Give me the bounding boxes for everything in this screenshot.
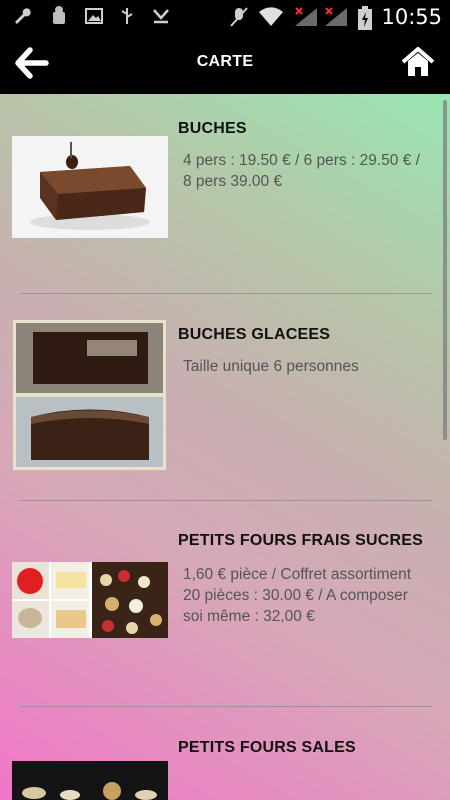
- scrollbar[interactable]: [443, 100, 447, 440]
- item-name: PETITS FOURS FRAIS SUCRES: [178, 532, 424, 549]
- home-button[interactable]: [400, 46, 440, 82]
- item-description: 4 pers : 19.50 € / 6 pers : 29.50 € / 8 …: [183, 152, 420, 190]
- app-bar: CARTE: [0, 36, 450, 94]
- download-icon: [151, 6, 171, 32]
- signal-icon: [323, 6, 349, 34]
- wifi-icon: [258, 6, 284, 34]
- divider: [20, 706, 432, 707]
- item-image: [13, 320, 166, 470]
- menu-list[interactable]: BUCHES 4 pers : 19.50 € / 6 pers : 29.50…: [0, 94, 450, 800]
- image-icon: [84, 6, 104, 32]
- divider: [20, 500, 432, 501]
- signal-icon: [293, 6, 319, 34]
- wrench-icon: [12, 6, 32, 32]
- home-icon: [401, 47, 435, 76]
- page-title: CARTE: [196, 53, 254, 70]
- item-description: 1,60 € pièce / Coffret assortiment 20 pi…: [183, 566, 412, 625]
- status-bar: 10:55: [0, 0, 450, 36]
- item-name: PETITS FOURS SALES: [178, 739, 356, 756]
- usb-icon: [117, 6, 137, 32]
- mute-icon: [228, 6, 250, 34]
- item-image: [12, 761, 168, 800]
- clock: 10:55: [381, 5, 442, 29]
- android-debug-icon: [48, 4, 70, 34]
- item-image: [12, 136, 168, 238]
- item-name: BUCHES GLACEES: [178, 326, 331, 343]
- item-description: Taille unique 6 personnes: [183, 358, 359, 375]
- item-name: BUCHES: [178, 120, 247, 137]
- item-image: [12, 562, 168, 638]
- divider: [20, 293, 432, 294]
- battery-icon: [357, 5, 373, 37]
